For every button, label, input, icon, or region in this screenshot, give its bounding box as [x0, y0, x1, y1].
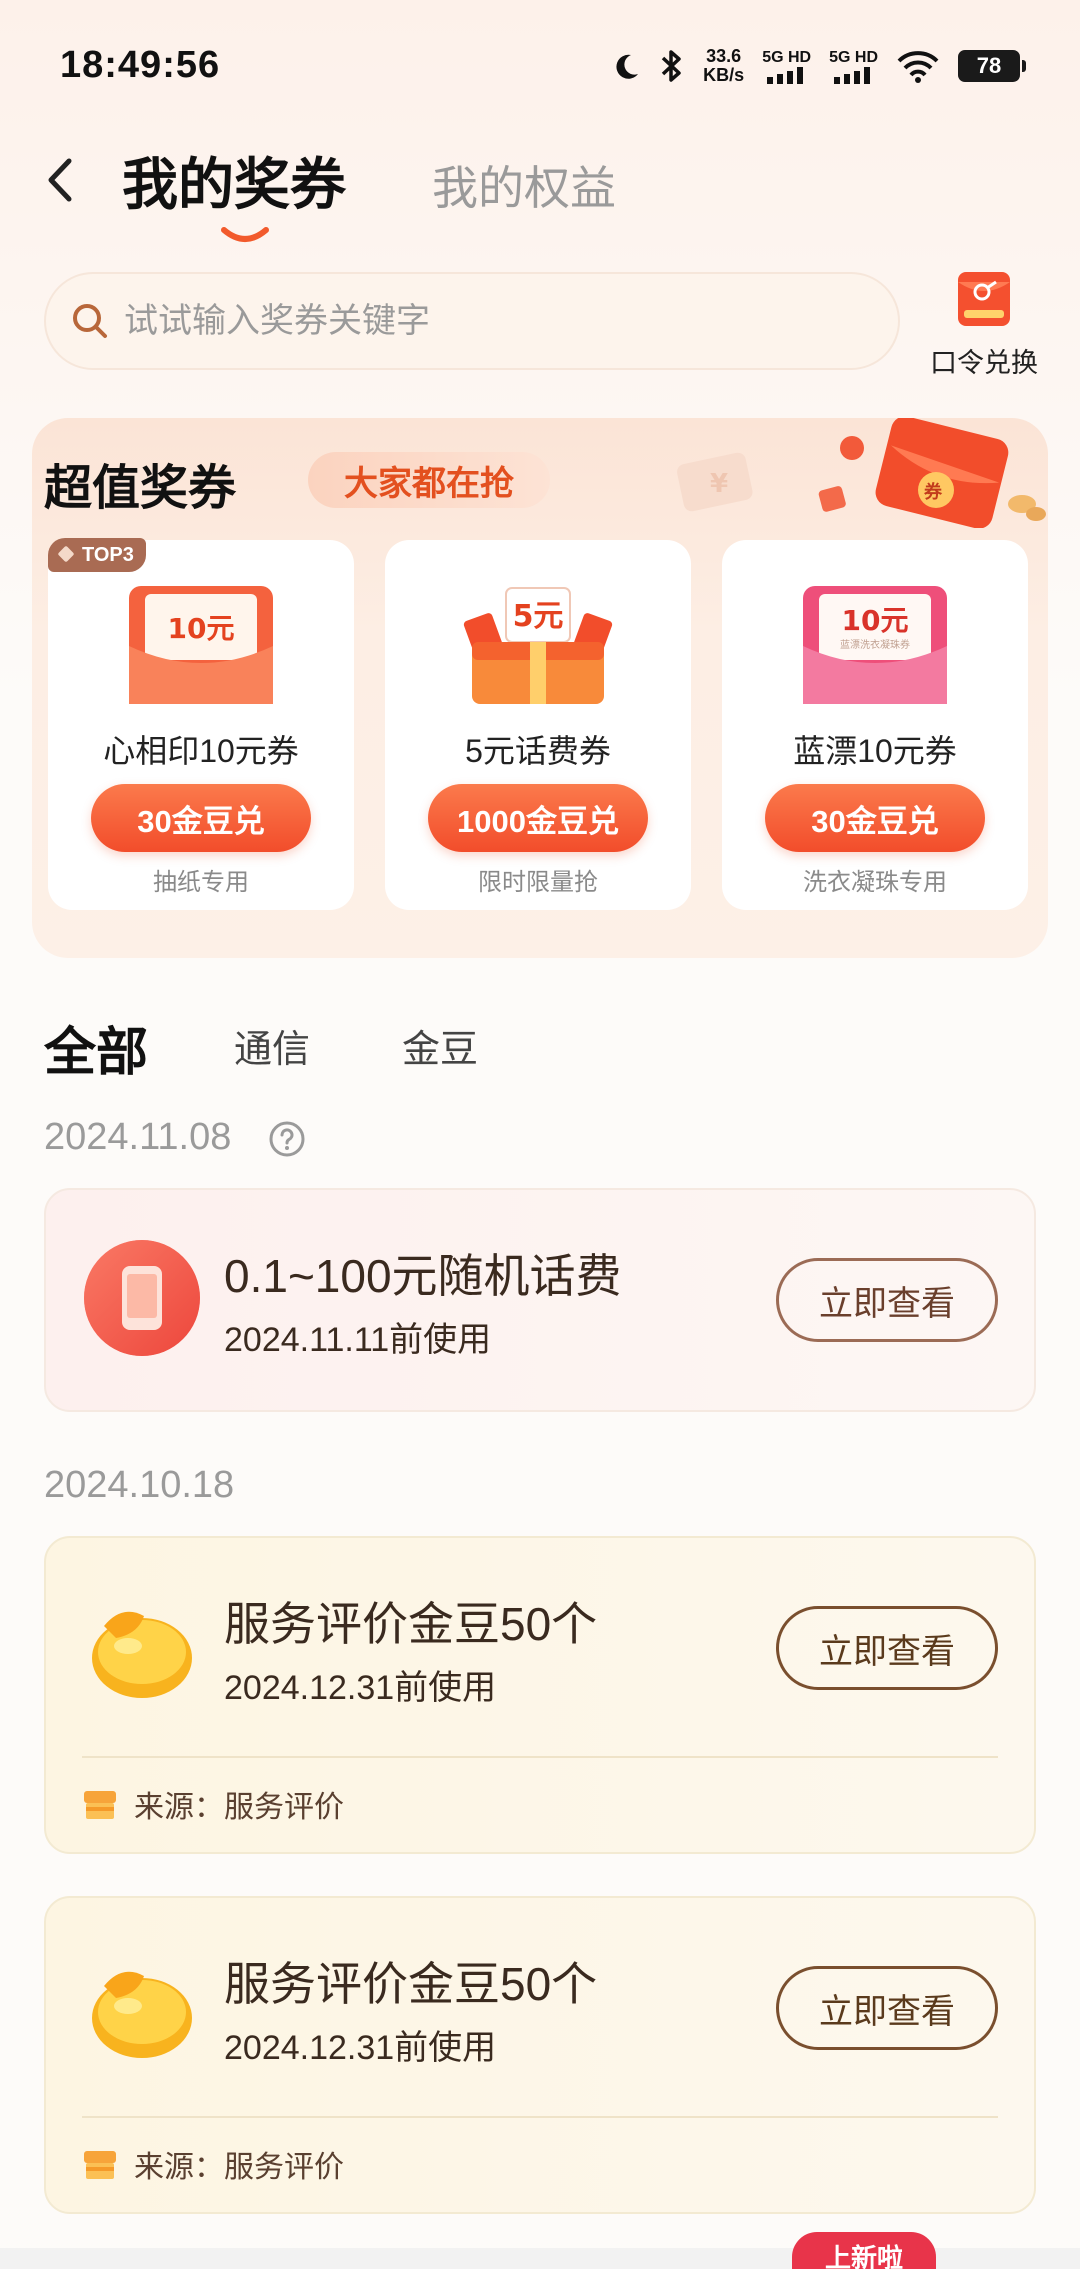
moon-icon [616, 54, 639, 79]
promo-coupon-card[interactable]: 10元 蓝漂洗衣凝珠券 蓝漂10元券 30金豆兑 洗衣凝珠专用 [722, 540, 1028, 910]
promo-tag: 大家都在抢 [308, 452, 550, 508]
coupon-item-card: 0.1~100元随机话费 2024.11.11前使用 立即查看 [44, 1188, 1036, 1412]
view-now-button[interactable]: 立即查看 [776, 1258, 998, 1342]
coupon-item-title: 服务评价金豆50个 [224, 1598, 598, 1650]
coupon-item-title: 0.1~100元随机话费 [224, 1250, 622, 1302]
coupon-envelope-icon: 10元 蓝漂洗衣凝珠券 [803, 586, 947, 704]
gold-bean-icon [92, 1971, 192, 2058]
search-bar[interactable] [44, 272, 900, 370]
code-redeem-label: 口令兑换 [930, 348, 1038, 378]
svg-text:5元: 5元 [513, 599, 564, 634]
coupon-source-text: 来源：服务评价 [134, 1791, 344, 1824]
filter-tab-all[interactable]: 全部 [44, 1010, 148, 1085]
card-divider [82, 1756, 998, 1758]
chevron-left-icon [48, 158, 72, 202]
coupon-item-expiry: 2024.12.31前使用 [224, 2029, 497, 2067]
filter-tab-beans[interactable]: 金豆 [402, 1018, 478, 1073]
phone-icon [84, 1240, 200, 1356]
filter-tab-telecom[interactable]: 通信 [234, 1018, 310, 1073]
view-now-button[interactable]: 立即查看 [776, 1966, 998, 2050]
help-icon[interactable] [268, 1120, 306, 1158]
tab-active-indicator [221, 227, 269, 242]
coupon-item-card: 服务评价金豆50个 2024.12.31前使用 立即查看 来源：服务评价 [44, 1896, 1036, 2214]
svg-text:券: 券 [923, 481, 943, 503]
status-time: 18:49:56 [60, 44, 221, 86]
group-date: 2024.10.18 [44, 1464, 235, 1506]
coupon-envelope-icon: 10元 [129, 586, 273, 704]
signal-bars-icon [833, 66, 870, 84]
coupon-item-title: 服务评价金豆50个 [224, 1958, 598, 2010]
tab-my-coupons[interactable]: 我的奖券 [122, 140, 346, 221]
coupon-redeem-button[interactable]: 1000金豆兑 [428, 784, 648, 852]
search-icon [73, 304, 107, 338]
top3-badge: TOP3 [48, 538, 146, 572]
red-envelope-decoration-icon: 券 [818, 418, 1046, 528]
card-divider [82, 2116, 998, 2118]
promo-title: 超值奖券 [44, 462, 237, 515]
coupon-name: 心相印10元券 [103, 733, 299, 769]
gold-bean-icon [92, 1611, 192, 1698]
promo-coupon-card[interactable]: 5元 5元话费券 1000金豆兑 限时限量抢 [385, 540, 691, 910]
status-icons: 33.6 KB/s 5G HD 5G HD 78 [611, 44, 1026, 88]
svg-text:¥: ¥ [710, 469, 728, 499]
new-arrivals-badge[interactable]: 上新啦 [792, 2232, 936, 2269]
network-speed: 33.6 KB/s [703, 47, 744, 85]
signal-bars-icon [766, 66, 803, 84]
search-input[interactable] [124, 301, 824, 341]
svg-text:蓝漂洗衣凝珠券: 蓝漂洗衣凝珠券 [840, 638, 910, 651]
view-now-button[interactable]: 立即查看 [776, 1606, 998, 1690]
battery-indicator: 78 [958, 50, 1026, 82]
svg-text:10元: 10元 [842, 604, 909, 637]
code-redeem-button[interactable]: 口令兑换 [924, 268, 1044, 380]
coupon-note: 限时限量抢 [478, 869, 598, 896]
coupon-source: 来源：服务评价 [82, 2142, 344, 2186]
gift-box-icon: 5元 [463, 587, 613, 704]
signal-sim1: 5G HD [762, 49, 811, 84]
ticket-decoration-icon: ¥ [677, 452, 753, 512]
coupon-source-text: 来源：服务评价 [134, 2151, 344, 2184]
coupon-redeem-button[interactable]: 30金豆兑 [91, 784, 311, 852]
tab-my-rights[interactable]: 我的权益 [432, 152, 616, 218]
promo-coupon-card[interactable]: 10元 心相印10元券 30金豆兑 抽纸专用 [48, 540, 354, 910]
group-date: 2024.11.08 [44, 1116, 232, 1158]
wifi-icon [897, 51, 939, 83]
signal-sim2: 5G HD [829, 49, 878, 84]
sim2-label: 5G HD [829, 48, 878, 66]
svg-text:10元: 10元 [168, 612, 235, 645]
coupon-note: 洗衣凝珠专用 [803, 869, 947, 896]
speed-unit: KB/s [703, 65, 745, 85]
speed-value: 33.6 [706, 46, 742, 66]
coupon-source: 来源：服务评价 [82, 1782, 344, 1826]
coupon-item-expiry: 2024.11.11前使用 [224, 1321, 492, 1359]
status-bar: 18:49:56 33.6 KB/s 5G HD 5G HD 78 [0, 0, 1080, 130]
coupon-note: 抽纸专用 [153, 869, 249, 896]
coupon-name: 5元话费券 [465, 733, 611, 769]
coupon-redeem-button[interactable]: 30金豆兑 [765, 784, 985, 852]
coupon-item-expiry: 2024.12.31前使用 [224, 1669, 497, 1707]
source-box-icon [84, 2151, 116, 2179]
coupon-item-card: 服务评价金豆50个 2024.12.31前使用 立即查看 来源：服务评价 [44, 1536, 1036, 1854]
sim1-label: 5G HD [762, 48, 812, 66]
bluetooth-icon [661, 50, 681, 82]
source-box-icon [84, 1791, 116, 1819]
red-envelope-key-icon [958, 272, 1010, 326]
back-button[interactable] [40, 150, 80, 210]
coupon-name: 蓝漂10元券 [793, 733, 957, 769]
